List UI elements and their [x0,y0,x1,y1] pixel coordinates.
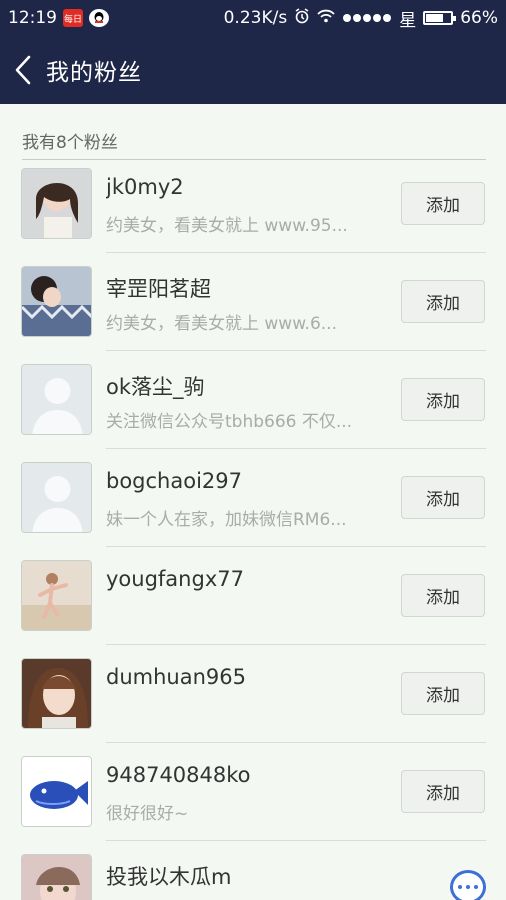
avatar[interactable] [21,266,92,337]
fan-description: 约美女，看美女就上 www.95... [106,216,348,236]
chat-dot [458,885,462,889]
fans-list: jk0my2 约美女，看美女就上 www.95... 添加 宰罡阳茗超 约美女，… [0,155,506,900]
add-button[interactable]: 添加 [401,476,485,519]
status-time: 12:19 [8,8,57,28]
chat-dot [474,885,478,889]
fan-name: yougfangx77 [106,567,244,591]
fan-description: 很好很好~ [106,804,189,824]
fan-row[interactable]: 宰罡阳茗超 约美女，看美女就上 www.6... 添加 [0,253,506,351]
fan-name: 宰罡阳茗超 [106,277,211,301]
default-avatar-icon[interactable] [21,364,92,435]
fan-name: ok落尘_驹 [106,375,205,399]
qq-icon [89,9,109,27]
fan-row[interactable]: dumhuan965 添加 [0,645,506,743]
battery-percent: 66% [460,8,498,28]
battery-icon [423,11,457,25]
fan-row[interactable]: yougfangx77 添加 [0,547,506,645]
avatar[interactable] [21,560,92,631]
avatar[interactable] [21,168,92,239]
add-button[interactable]: 添加 [401,182,485,225]
fan-row[interactable]: ok落尘_驹 关注微信公众号tbhb666 不仅... 添加 [0,351,506,449]
chat-bubble-icon[interactable] [450,870,486,900]
fan-description: 妹一个人在家，加妹微信RM6... [106,510,347,530]
signal-dots-icon [342,8,392,28]
fan-name: 投我以木瓜m [106,865,232,889]
whale-avatar[interactable] [21,756,92,827]
fan-row[interactable]: 投我以木瓜m [0,841,506,900]
add-button[interactable]: 添加 [401,378,485,421]
fan-row[interactable]: bogchaoi297 妹一个人在家，加妹微信RM6... 添加 [0,449,506,547]
chat-dot [466,885,470,889]
fan-row[interactable]: jk0my2 约美女，看美女就上 www.95... 添加 [0,155,506,253]
default-avatar-icon[interactable] [21,462,92,533]
fan-name: bogchaoi297 [106,469,242,493]
page-title: 我的粉丝 [46,60,142,86]
add-button[interactable]: 添加 [401,280,485,323]
avatar[interactable] [21,658,92,729]
alarm-icon [294,7,310,29]
fan-name: jk0my2 [106,175,184,199]
network-speed: 0.23K/s [223,8,288,28]
avatar[interactable] [21,854,92,900]
fan-name: 948740848ko [106,763,251,787]
title-bar: 我的粉丝 [0,36,506,104]
app-notification-icon: 每日 [63,9,83,27]
fan-name: dumhuan965 [106,665,246,689]
carrier-name: 星 [399,10,417,31]
chevron-left-icon [15,55,31,85]
fan-description: 关注微信公众号tbhb666 不仅... [106,412,353,432]
wifi-icon [317,8,335,28]
fan-description: 约美女，看美女就上 www.6... [106,314,337,334]
back-button[interactable] [0,36,46,104]
add-button[interactable]: 添加 [401,672,485,715]
status-bar: 12:19 每日 0.23K/s 星 66% [0,0,506,36]
add-button[interactable]: 添加 [401,574,485,617]
fan-row[interactable]: 948740848ko 很好很好~ 添加 [0,743,506,841]
add-button[interactable]: 添加 [401,770,485,813]
